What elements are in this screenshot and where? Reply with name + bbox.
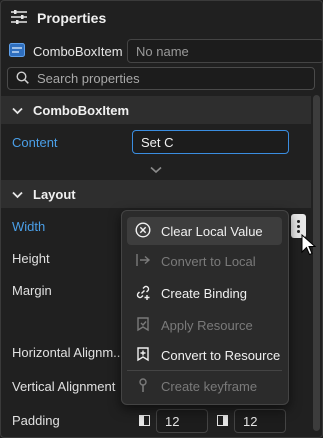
element-type-icon — [9, 42, 25, 60]
menu-item-apply-resource: Apply Resource — [127, 311, 282, 339]
section-combobox-label: ComboBoxItem — [33, 102, 130, 118]
expand-more-icon[interactable] — [150, 162, 162, 177]
padding-left-icon — [139, 415, 150, 426]
properties-panel: Properties ComboBoxItem No name Search p… — [0, 0, 323, 438]
scrollbar[interactable] — [313, 95, 320, 431]
panel-header: Properties — [1, 1, 322, 35]
chevron-down-icon — [12, 103, 23, 118]
keyframe-icon — [135, 377, 151, 396]
properties-icon — [11, 9, 27, 27]
menu-item-convert-to-resource[interactable]: Convert to Resource — [127, 341, 282, 369]
prop-content-label: Content — [12, 135, 58, 150]
chevron-down-icon — [12, 187, 23, 202]
mouse-cursor-icon — [301, 233, 317, 259]
element-type-label: ComboBoxItem — [33, 43, 123, 59]
prop-horizontal-alignment-label: Horizontal Alignm... — [12, 345, 124, 360]
clear-circle-icon — [135, 221, 151, 241]
element-row: ComboBoxItem No name — [9, 39, 322, 63]
resource-apply-icon — [135, 316, 151, 335]
menu-item-create-binding[interactable]: Create Binding — [127, 279, 282, 307]
menu-item-clear-local-value[interactable]: Clear Local Value — [127, 217, 282, 245]
menu-item-convert-to-local: Convert to Local — [127, 247, 282, 275]
search-placeholder: Search properties — [37, 71, 140, 86]
menu-item-create-keyframe: Create keyframe — [127, 372, 282, 400]
section-combobox-header[interactable]: ComboBoxItem — [1, 96, 311, 124]
link-plus-icon — [135, 284, 151, 303]
panel-title: Properties — [37, 10, 107, 26]
prop-margin-label: Margin — [12, 283, 52, 298]
element-name-input[interactable]: No name — [127, 39, 322, 63]
padding-right-icon — [217, 415, 228, 426]
prop-content-input[interactable]: Set C — [132, 130, 289, 154]
prop-padding-label: Padding — [12, 413, 60, 428]
search-properties-input[interactable]: Search properties — [7, 67, 315, 90]
convert-arrow-icon — [135, 252, 151, 271]
padding-right-input[interactable]: 12 — [234, 409, 286, 433]
context-menu: Clear Local Value Convert to Local Creat… — [121, 210, 289, 405]
search-icon — [16, 70, 29, 87]
prop-vertical-alignment-label: Vertical Alignment — [12, 379, 116, 394]
menu-separator — [127, 370, 282, 371]
prop-width-label: Width — [12, 219, 46, 234]
section-layout-label: Layout — [33, 186, 76, 202]
section-layout-header[interactable]: Layout — [1, 180, 311, 208]
padding-left-input[interactable]: 12 — [156, 409, 208, 433]
prop-height-label: Height — [12, 251, 50, 266]
resource-convert-icon — [135, 346, 151, 365]
